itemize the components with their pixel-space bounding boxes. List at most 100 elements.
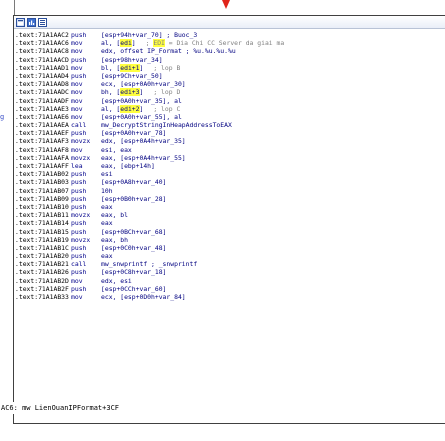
disassembly-row[interactable]: .text:71A1AADC mov bh, [edi+3] ; lop D <box>14 88 445 97</box>
address-label: .text:71A1AB15 <box>15 227 69 236</box>
disassembly-row[interactable]: .text:71A1AAD1 mov bl, [edi+1] ; lop B <box>14 63 445 72</box>
address-label: .text:71A1AAD8 <box>15 80 69 89</box>
comment: ; lop B <box>153 63 181 72</box>
disassembly-row[interactable]: .text:71A1AB19 movzx eax, bh <box>14 236 445 244</box>
address-label: .text:71A1AAF8 <box>15 145 69 154</box>
mnemonic: mov <box>71 88 83 97</box>
comment: ; EDI = Dia Chi CC Server da giai ma <box>145 39 285 48</box>
left-pane-fragment: g <box>0 113 5 121</box>
operands: [esp+94h+var_70] ; Buoc_3 <box>101 31 198 39</box>
comment: ; lop D <box>153 88 181 97</box>
address-label: .text:71A1AAEA <box>15 121 69 130</box>
address-label: .text:71A1AB03 <box>15 178 69 187</box>
operands: esi <box>101 170 113 179</box>
disassembly-row[interactable]: .text:71A1AACD push [esp+98h+var_34] <box>14 56 445 64</box>
operands: edx, esi <box>101 276 132 285</box>
disassembly-row[interactable]: .text:71A1AB11 movzx eax, bl <box>14 211 445 219</box>
disassembly-row[interactable]: .text:71A1AAFF lea eax, [ebp+14h] <box>14 162 445 170</box>
mnemonic: lea <box>71 162 83 170</box>
address-label: .text:71A1AAD1 <box>15 63 69 72</box>
mnemonic: push <box>71 284 87 293</box>
operands: mw_DecryptStringInHeapAddressToEAX <box>101 121 232 130</box>
mnemonic: mov <box>71 145 83 154</box>
mnemonic: push <box>71 129 87 138</box>
window-icon[interactable] <box>16 17 25 27</box>
address-label: .text:71A1AAD4 <box>15 71 69 80</box>
mnemonic: movzx <box>71 235 91 244</box>
mnemonic: mov <box>71 63 83 72</box>
address-label: .text:71A1AAC6 <box>15 39 69 48</box>
address-label: .text:71A1AADC <box>15 88 69 97</box>
mnemonic: mov <box>71 96 83 105</box>
address-label: .text:71A1AAEF <box>15 129 69 138</box>
chart-icon[interactable] <box>27 17 36 27</box>
disassembly-row[interactable]: .text:71A1AB21 call mw_snwprintf ; _snwpri… <box>14 260 445 268</box>
disassembly-row[interactable]: .text:71A1AAC6 mov al, [edi] ; EDI = Dia Ch… <box>14 39 445 48</box>
disassembly-row[interactable]: .text:71A1AB26 push [esp+0C8h+var_18] <box>14 268 445 276</box>
disassembly-row[interactable]: .text:71A1AB03 push [esp+0A8h+var_40] <box>14 178 445 186</box>
operands: 10h <box>101 186 113 195</box>
address-label: .text:71A1AACD <box>15 55 69 64</box>
disassembly-listing[interactable]: .text:71A1AAC2 push [esp+94h+var_70] ; Buo… <box>14 29 445 301</box>
mnemonic: movzx <box>71 137 91 146</box>
disassembly-row[interactable]: .text:71A1AB2D mov edx, esi <box>14 277 445 285</box>
mnemonic: call <box>71 121 87 130</box>
mnemonic: mov <box>71 104 83 113</box>
mnemonic: mov <box>71 293 83 301</box>
address-label: .text:71A1AAC8 <box>15 47 69 56</box>
operands: [esp+9Ch+var_50] <box>101 71 163 80</box>
operands: [esp+0B0h+var_28] <box>101 194 167 203</box>
operands: bh, [edi+3] <box>101 88 144 97</box>
mnemonic: movzx <box>71 211 91 220</box>
address-label: .text:71A1AAE3 <box>15 104 69 113</box>
address-label: .text:71A1AAFF <box>15 162 69 170</box>
disassembly-row[interactable]: .text:71A1AB07 push 10h <box>14 187 445 195</box>
window-titlebar <box>14 16 445 29</box>
disassembly-row[interactable]: .text:71A1AAC2 push [esp+94h+var_70] ; Buo… <box>14 31 445 39</box>
disassembly-row[interactable]: .text:71A1AB10 push eax <box>14 203 445 211</box>
disassembly-row[interactable]: .text:71A1AAEF push [esp+0A0h+var_78] <box>14 129 445 137</box>
disassembly-row[interactable]: .text:71A1AB20 push eax <box>14 252 445 260</box>
disassembly-row[interactable]: .text:71A1AAE6 mov [esp+0A0h+var_55], al <box>14 113 445 121</box>
address-label: .text:71A1AB33 <box>15 293 69 301</box>
comment: ; lop C <box>153 104 181 113</box>
address-label: .text:71A1AB10 <box>15 202 69 211</box>
address-label: .text:71A1AAFA <box>15 153 69 162</box>
mnemonic: push <box>71 170 87 179</box>
disassembly-row[interactable]: .text:71A1AB1C push [esp+0C0h+var_48] <box>14 244 445 252</box>
operands: eax, [esp+0A4h+var_55] <box>101 153 186 162</box>
operands: al, [edi+2] <box>101 104 144 113</box>
disassembly-row[interactable]: .text:71A1AAF8 mov esi, eax <box>14 146 445 154</box>
operands: [esp+0A0h+var_35], al <box>101 96 182 105</box>
address-label: .text:71A1AB11 <box>15 211 69 220</box>
disassembly-row[interactable]: .text:71A1AB33 mov ecx, [esp+0D0h+var_84] <box>14 293 445 301</box>
operands: edx, offset IP_Format ; %u.%u.%u.%u <box>101 47 236 56</box>
list-icon[interactable] <box>38 17 47 27</box>
operands: eax <box>101 202 113 211</box>
disassembly-window[interactable]: .text:71A1AAC2 push [esp+94h+var_70] ; Buo… <box>13 15 445 424</box>
address-label: .text:71A1AB26 <box>15 268 69 277</box>
mnemonic: push <box>71 219 87 228</box>
disassembly-row[interactable]: .text:71A1AAC8 mov edx, offset IP_Format ;… <box>14 47 445 55</box>
disassembly-row[interactable]: .text:71A1AAD8 mov ecx, [esp+0A0h+var_30] <box>14 80 445 88</box>
disassembly-row[interactable]: .text:71A1AB2F push [esp+0CCh+var_60] <box>14 285 445 293</box>
disassembly-row[interactable]: .text:71A1AB15 push [esp+0BCh+var_68] <box>14 228 445 236</box>
disassembly-row[interactable]: .text:71A1AADF mov [esp+0A0h+var_35], al <box>14 97 445 105</box>
operands: [esp+0A0h+var_78] <box>101 129 167 138</box>
operands: [esp+98h+var_34] <box>101 55 163 64</box>
operands: [esp+0A0h+var_55], al <box>101 112 182 121</box>
disassembly-row[interactable]: .text:71A1AB02 push esi <box>14 170 445 178</box>
disassembly-row[interactable]: .text:71A1AB14 push eax <box>14 219 445 227</box>
mnemonic: push <box>71 31 87 39</box>
operands: edx, [esp+0A4h+var_35] <box>101 137 186 146</box>
disassembly-row[interactable]: .text:71A1AAE3 mov al, [edi+2] ; lop C <box>14 104 445 113</box>
operands: eax <box>101 252 113 261</box>
disassembly-row[interactable]: .text:71A1AAEA call mw_DecryptStringInHeap… <box>14 121 445 129</box>
disassembly-row[interactable]: .text:71A1AAD4 push [esp+9Ch+var_50] <box>14 72 445 80</box>
disassembly-row[interactable]: .text:71A1AB09 push [esp+0B0h+var_28] <box>14 195 445 203</box>
disassembly-row[interactable]: .text:71A1AAFA movzx eax, [esp+0A4h+var_55… <box>14 154 445 162</box>
address-label: .text:71A1AB2F <box>15 284 69 293</box>
address-label: .text:71A1AAE6 <box>15 112 69 121</box>
address-label: .text:71A1AB1C <box>15 243 69 252</box>
disassembly-row[interactable]: .text:71A1AAF3 movzx edx, [esp+0A4h+var_35… <box>14 137 445 145</box>
